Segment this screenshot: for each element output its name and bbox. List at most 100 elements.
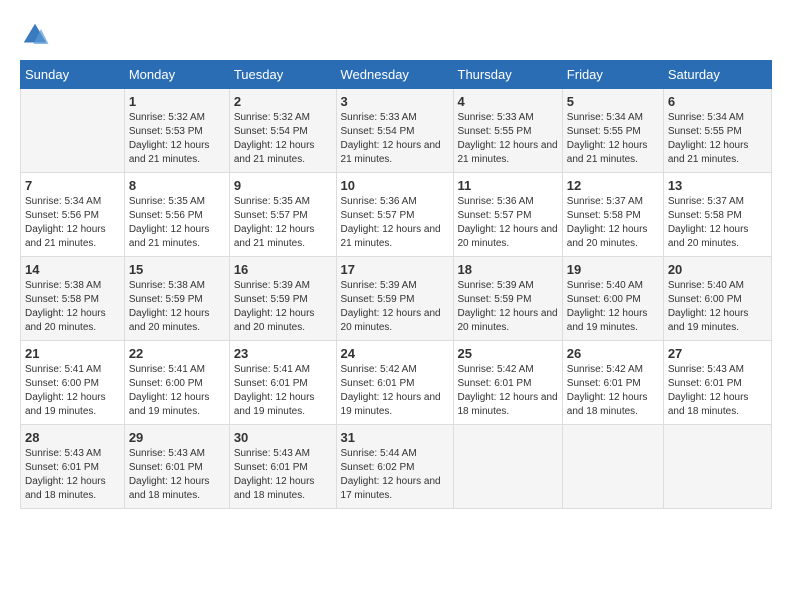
day-info: Sunrise: 5:40 AMSunset: 6:00 PMDaylight:…	[668, 279, 767, 335]
day-info: Sunrise: 5:41 AMSunset: 6:01 PMDaylight:…	[234, 363, 332, 419]
day-number: 11	[458, 178, 558, 193]
day-number: 13	[668, 178, 767, 193]
calendar-cell: 25 Sunrise: 5:42 AMSunset: 6:01 PMDayligh…	[453, 341, 562, 425]
day-info: Sunrise: 5:43 AMSunset: 6:01 PMDaylight:…	[668, 363, 767, 419]
day-number: 8	[129, 178, 225, 193]
day-info: Sunrise: 5:42 AMSunset: 6:01 PMDaylight:…	[458, 363, 558, 419]
logo	[20, 20, 52, 50]
day-number: 30	[234, 430, 332, 445]
day-number: 12	[567, 178, 659, 193]
day-info: Sunrise: 5:40 AMSunset: 6:00 PMDaylight:…	[567, 279, 659, 335]
calendar-cell: 30 Sunrise: 5:43 AMSunset: 6:01 PMDayligh…	[229, 425, 336, 509]
calendar-cell: 20 Sunrise: 5:40 AMSunset: 6:00 PMDayligh…	[663, 257, 771, 341]
calendar-week-3: 14Sunrise: 5:38 AMSunset: 5:58 PMDayligh…	[21, 257, 772, 341]
day-info: Sunrise: 5:37 AMSunset: 5:58 PMDaylight:…	[567, 195, 659, 251]
day-info: Sunrise: 5:32 AMSunset: 5:53 PMDaylight:…	[129, 111, 225, 167]
day-info: Sunrise: 5:41 AMSunset: 6:00 PMDaylight:…	[129, 363, 225, 419]
day-number: 31	[341, 430, 449, 445]
header-tuesday: Tuesday	[229, 61, 336, 89]
header-monday: Monday	[124, 61, 229, 89]
day-info: Sunrise: 5:41 AMSunset: 6:00 PMDaylight:…	[25, 363, 120, 419]
day-number: 4	[458, 94, 558, 109]
day-number: 21	[25, 346, 120, 361]
day-info: Sunrise: 5:43 AMSunset: 6:01 PMDaylight:…	[25, 447, 120, 503]
day-info: Sunrise: 5:35 AMSunset: 5:57 PMDaylight:…	[234, 195, 332, 251]
header-sunday: Sunday	[21, 61, 125, 89]
day-info: Sunrise: 5:33 AMSunset: 5:55 PMDaylight:…	[458, 111, 558, 167]
calendar-cell: 13 Sunrise: 5:37 AMSunset: 5:58 PMDayligh…	[663, 173, 771, 257]
day-info: Sunrise: 5:43 AMSunset: 6:01 PMDaylight:…	[129, 447, 225, 503]
day-number: 18	[458, 262, 558, 277]
calendar-cell: 18 Sunrise: 5:39 AMSunset: 5:59 PMDayligh…	[453, 257, 562, 341]
day-number: 19	[567, 262, 659, 277]
calendar-cell: 15Sunrise: 5:38 AMSunset: 5:59 PMDayligh…	[124, 257, 229, 341]
day-info: Sunrise: 5:39 AMSunset: 5:59 PMDaylight:…	[458, 279, 558, 335]
logo-icon	[20, 20, 50, 50]
header-saturday: Saturday	[663, 61, 771, 89]
day-info: Sunrise: 5:33 AMSunset: 5:54 PMDaylight:…	[341, 111, 449, 167]
day-number: 3	[341, 94, 449, 109]
day-number: 15	[129, 262, 225, 277]
header-friday: Friday	[562, 61, 663, 89]
day-info: Sunrise: 5:44 AMSunset: 6:02 PMDaylight:…	[341, 447, 449, 503]
calendar-cell: 6 Sunrise: 5:34 AMSunset: 5:55 PMDaylight…	[663, 89, 771, 173]
day-info: Sunrise: 5:42 AMSunset: 6:01 PMDaylight:…	[341, 363, 449, 419]
calendar-week-4: 21 Sunrise: 5:41 AMSunset: 6:00 PMDayligh…	[21, 341, 772, 425]
day-number: 28	[25, 430, 120, 445]
day-number: 23	[234, 346, 332, 361]
day-number: 1	[129, 94, 225, 109]
calendar-cell: 10 Sunrise: 5:36 AMSunset: 5:57 PMDayligh…	[336, 173, 453, 257]
calendar-cell: 8 Sunrise: 5:35 AMSunset: 5:56 PMDaylight…	[124, 173, 229, 257]
calendar-cell	[21, 89, 125, 173]
day-info: Sunrise: 5:36 AMSunset: 5:57 PMDaylight:…	[458, 195, 558, 251]
header-thursday: Thursday	[453, 61, 562, 89]
day-number: 9	[234, 178, 332, 193]
calendar-cell: 7 Sunrise: 5:34 AMSunset: 5:56 PMDaylight…	[21, 173, 125, 257]
calendar-cell: 28 Sunrise: 5:43 AMSunset: 6:01 PMDayligh…	[21, 425, 125, 509]
calendar-week-1: 1 Sunrise: 5:32 AMSunset: 5:53 PMDaylight…	[21, 89, 772, 173]
calendar-cell: 11 Sunrise: 5:36 AMSunset: 5:57 PMDayligh…	[453, 173, 562, 257]
day-number: 25	[458, 346, 558, 361]
calendar-cell	[453, 425, 562, 509]
calendar-cell: 24 Sunrise: 5:42 AMSunset: 6:01 PMDayligh…	[336, 341, 453, 425]
day-number: 14	[25, 262, 120, 277]
day-number: 20	[668, 262, 767, 277]
day-info: Sunrise: 5:37 AMSunset: 5:58 PMDaylight:…	[668, 195, 767, 251]
day-info: Sunrise: 5:36 AMSunset: 5:57 PMDaylight:…	[341, 195, 449, 251]
calendar-week-2: 7 Sunrise: 5:34 AMSunset: 5:56 PMDaylight…	[21, 173, 772, 257]
day-number: 6	[668, 94, 767, 109]
page-header	[20, 20, 772, 50]
calendar-cell: 21 Sunrise: 5:41 AMSunset: 6:00 PMDayligh…	[21, 341, 125, 425]
calendar-cell: 17 Sunrise: 5:39 AMSunset: 5:59 PMDayligh…	[336, 257, 453, 341]
calendar-cell: 5Sunrise: 5:34 AMSunset: 5:55 PMDaylight…	[562, 89, 663, 173]
day-number: 5	[567, 94, 659, 109]
calendar-cell: 29 Sunrise: 5:43 AMSunset: 6:01 PMDayligh…	[124, 425, 229, 509]
day-number: 26	[567, 346, 659, 361]
day-number: 29	[129, 430, 225, 445]
day-number: 24	[341, 346, 449, 361]
day-info: Sunrise: 5:39 AMSunset: 5:59 PMDaylight:…	[234, 279, 332, 335]
calendar-cell: 12 Sunrise: 5:37 AMSunset: 5:58 PMDayligh…	[562, 173, 663, 257]
calendar-cell	[663, 425, 771, 509]
calendar-cell: 1 Sunrise: 5:32 AMSunset: 5:53 PMDaylight…	[124, 89, 229, 173]
day-info: Sunrise: 5:34 AMSunset: 5:56 PMDaylight:…	[25, 195, 120, 251]
day-info: Sunrise: 5:43 AMSunset: 6:01 PMDaylight:…	[234, 447, 332, 503]
calendar-cell: 9 Sunrise: 5:35 AMSunset: 5:57 PMDaylight…	[229, 173, 336, 257]
calendar-week-5: 28 Sunrise: 5:43 AMSunset: 6:01 PMDayligh…	[21, 425, 772, 509]
day-info: Sunrise: 5:35 AMSunset: 5:56 PMDaylight:…	[129, 195, 225, 251]
calendar-cell: 4 Sunrise: 5:33 AMSunset: 5:55 PMDaylight…	[453, 89, 562, 173]
day-number: 17	[341, 262, 449, 277]
calendar-cell: 31 Sunrise: 5:44 AMSunset: 6:02 PMDayligh…	[336, 425, 453, 509]
calendar-header-row: SundayMondayTuesdayWednesdayThursdayFrid…	[21, 61, 772, 89]
day-info: Sunrise: 5:39 AMSunset: 5:59 PMDaylight:…	[341, 279, 449, 335]
day-number: 2	[234, 94, 332, 109]
calendar-cell: 26 Sunrise: 5:42 AMSunset: 6:01 PMDayligh…	[562, 341, 663, 425]
calendar-cell: 14Sunrise: 5:38 AMSunset: 5:58 PMDayligh…	[21, 257, 125, 341]
day-number: 16	[234, 262, 332, 277]
calendar-cell	[562, 425, 663, 509]
day-info: Sunrise: 5:34 AMSunset: 5:55 PMDaylight:…	[668, 111, 767, 167]
day-info: Sunrise: 5:42 AMSunset: 6:01 PMDaylight:…	[567, 363, 659, 419]
day-number: 22	[129, 346, 225, 361]
day-number: 7	[25, 178, 120, 193]
day-number: 10	[341, 178, 449, 193]
